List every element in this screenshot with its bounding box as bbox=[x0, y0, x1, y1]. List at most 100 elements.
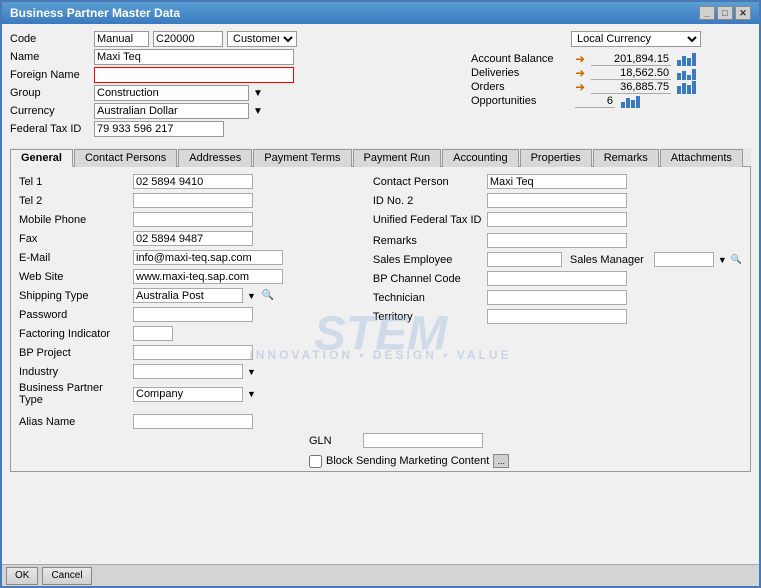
tel2-label: Tel 2 bbox=[19, 195, 129, 207]
deliveries-label: Deliveries bbox=[471, 67, 571, 79]
close-button[interactable]: ✕ bbox=[735, 6, 751, 20]
foreign-name-label: Foreign Name bbox=[10, 69, 90, 81]
bp-project-field[interactable] bbox=[133, 345, 253, 360]
factoring-field[interactable] bbox=[133, 326, 173, 341]
local-currency-select[interactable]: Local Currency bbox=[571, 31, 701, 47]
technician-field[interactable] bbox=[487, 290, 627, 305]
tab-contact-persons[interactable]: Contact Persons bbox=[74, 149, 177, 167]
bp-type-dropdown-icon[interactable]: ▼ bbox=[247, 389, 256, 399]
tab-addresses[interactable]: Addresses bbox=[178, 149, 252, 167]
deliveries-arrow[interactable]: ➜ bbox=[575, 66, 585, 80]
bp-project-row: BP Project bbox=[19, 344, 353, 361]
bp-channel-row: BP Channel Code bbox=[373, 270, 742, 287]
orders-chart bbox=[677, 80, 696, 94]
sales-manager-field[interactable] bbox=[654, 252, 714, 267]
gln-label: GLN bbox=[309, 435, 359, 447]
tab-accounting[interactable]: Accounting bbox=[442, 149, 518, 167]
remarks-label: Remarks bbox=[373, 235, 483, 247]
minimize-button[interactable]: _ bbox=[699, 6, 715, 20]
main-content: Code Customer Name Foreign Name bbox=[2, 24, 759, 564]
orders-value: 36,885.75 bbox=[591, 81, 671, 94]
technician-row: Technician bbox=[373, 289, 742, 306]
group-dropdown-icon[interactable]: ▼ bbox=[253, 88, 263, 99]
right-header-fields: Local Currency Account Balance ➜ 201,894… bbox=[471, 30, 751, 138]
opportunities-row: Opportunities 6 bbox=[471, 94, 751, 108]
factoring-label: Factoring Indicator bbox=[19, 328, 129, 340]
group-field[interactable] bbox=[94, 85, 249, 101]
maximize-button[interactable]: □ bbox=[717, 6, 733, 20]
block-marketing-checkbox[interactable] bbox=[309, 455, 322, 468]
account-balance-arrow[interactable]: ➜ bbox=[575, 52, 585, 66]
territory-row: Territory bbox=[373, 308, 742, 325]
bar1 bbox=[621, 102, 625, 108]
currency-label: Currency bbox=[10, 105, 90, 117]
fax-label: Fax bbox=[19, 233, 129, 245]
currency-field[interactable] bbox=[94, 103, 249, 119]
sales-employee-field[interactable] bbox=[487, 252, 562, 267]
fax-field[interactable] bbox=[133, 231, 253, 246]
tab-general[interactable]: General bbox=[10, 149, 73, 167]
tel2-field[interactable] bbox=[133, 193, 253, 208]
gln-field[interactable] bbox=[363, 433, 483, 448]
code-type-field[interactable] bbox=[94, 31, 149, 47]
currency-row: Currency ▼ bbox=[10, 102, 297, 120]
territory-field[interactable] bbox=[487, 309, 627, 324]
shipping-field[interactable] bbox=[133, 288, 243, 303]
shipping-row: Shipping Type ▼ 🔍 bbox=[19, 287, 353, 304]
tax-field[interactable] bbox=[94, 121, 224, 137]
name-field[interactable] bbox=[94, 49, 294, 65]
tel1-field[interactable] bbox=[133, 174, 253, 189]
website-field[interactable] bbox=[133, 269, 283, 284]
deliveries-value: 18,562.50 bbox=[591, 67, 671, 80]
bar4 bbox=[692, 53, 696, 66]
bar1 bbox=[677, 73, 681, 80]
customer-type-select[interactable]: Customer bbox=[227, 31, 297, 47]
id-no2-field[interactable] bbox=[487, 193, 627, 208]
technician-label: Technician bbox=[373, 292, 483, 304]
code-value-field[interactable] bbox=[153, 31, 223, 47]
ok-button[interactable]: OK bbox=[6, 567, 38, 585]
unified-tax-field[interactable] bbox=[487, 212, 627, 227]
industry-field[interactable] bbox=[133, 364, 243, 379]
tab-payment-terms[interactable]: Payment Terms bbox=[253, 149, 351, 167]
foreign-name-row: Foreign Name bbox=[10, 66, 297, 84]
cancel-button[interactable]: Cancel bbox=[42, 567, 91, 585]
website-label: Web Site bbox=[19, 271, 129, 283]
block-marketing-btn[interactable]: ... bbox=[493, 454, 509, 468]
currency-dropdown-icon[interactable]: ▼ bbox=[253, 106, 263, 117]
email-label: E-Mail bbox=[19, 252, 129, 264]
orders-arrow[interactable]: ➜ bbox=[575, 80, 585, 94]
alias-field[interactable] bbox=[133, 414, 253, 429]
mobile-label: Mobile Phone bbox=[19, 214, 129, 226]
group-label: Group bbox=[10, 87, 90, 99]
bar4 bbox=[636, 96, 640, 108]
fax-row: Fax bbox=[19, 230, 353, 247]
tabs-section: General Contact Persons Addresses Paymen… bbox=[10, 148, 751, 472]
password-field[interactable] bbox=[133, 307, 253, 322]
remarks-field[interactable] bbox=[487, 233, 627, 248]
sales-manager-dropdown-icon[interactable]: ▼ bbox=[718, 255, 727, 265]
shipping-dropdown-icon[interactable]: ▼ bbox=[247, 291, 256, 301]
tab-left-column: Tel 1 Tel 2 Mobile Phone Fax bbox=[19, 173, 353, 406]
contact-person-field[interactable] bbox=[487, 174, 627, 189]
bp-type-field[interactable] bbox=[133, 387, 243, 402]
tel1-row: Tel 1 bbox=[19, 173, 353, 190]
tab-remarks[interactable]: Remarks bbox=[593, 149, 659, 167]
alias-label: Alias Name bbox=[19, 416, 129, 428]
tax-label: Federal Tax ID bbox=[10, 123, 90, 135]
email-field[interactable] bbox=[133, 250, 283, 265]
tab-properties[interactable]: Properties bbox=[520, 149, 592, 167]
account-balance-label: Account Balance bbox=[471, 53, 571, 65]
bp-channel-field[interactable] bbox=[487, 271, 627, 286]
tab-attachments[interactable]: Attachments bbox=[660, 149, 743, 167]
mobile-field[interactable] bbox=[133, 212, 253, 227]
industry-dropdown-icon[interactable]: ▼ bbox=[247, 367, 256, 377]
foreign-name-field[interactable] bbox=[94, 67, 294, 83]
shipping-info-icon: 🔍 bbox=[262, 290, 274, 301]
main-window: Business Partner Master Data _ □ ✕ Code … bbox=[0, 0, 761, 588]
deliveries-chart bbox=[677, 66, 696, 80]
left-header-fields: Code Customer Name Foreign Name bbox=[10, 30, 297, 138]
bar3 bbox=[687, 58, 691, 66]
tab-payment-run[interactable]: Payment Run bbox=[353, 149, 442, 167]
mobile-row: Mobile Phone bbox=[19, 211, 353, 228]
